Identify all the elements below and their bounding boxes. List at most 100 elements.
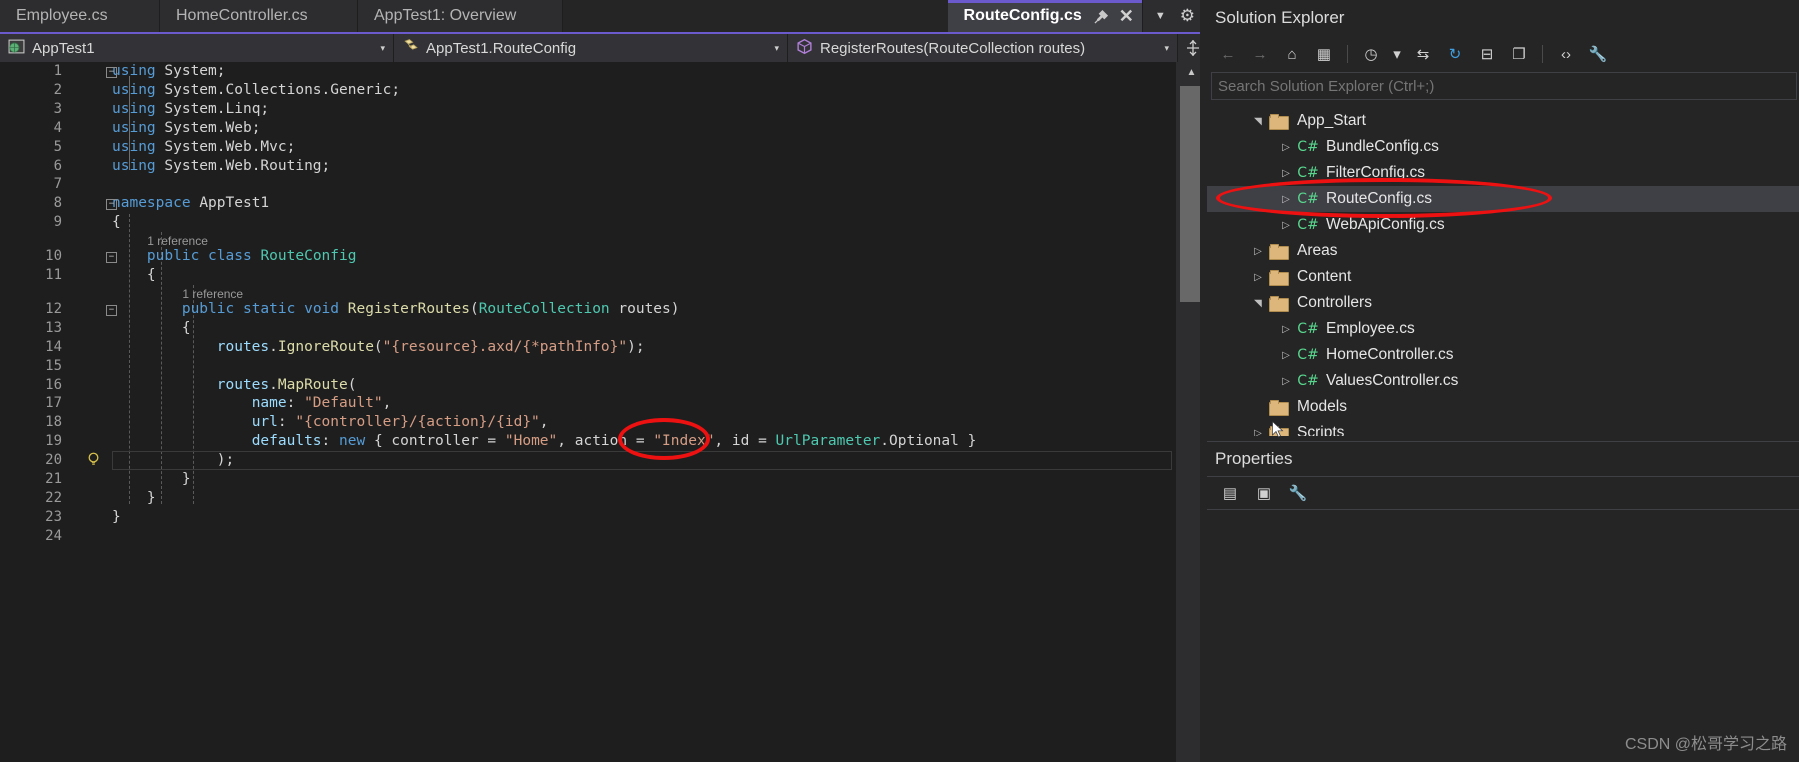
code-line[interactable]: 6 using System.Web.Routing;	[0, 157, 1176, 176]
properties-icon[interactable]: 🔧	[1585, 42, 1611, 66]
code-text[interactable]: routes.IgnoreRoute("{resource}.axd/{*pat…	[112, 338, 645, 357]
properties-wrench-icon[interactable]: 🔧	[1285, 481, 1311, 505]
code-text[interactable]: using System.Linq;	[112, 100, 269, 119]
chevron-down-icon[interactable]: ▾	[1150, 43, 1169, 54]
collapse-arrow-icon[interactable]: ▷	[1275, 194, 1297, 205]
code-line[interactable]: 21 }	[0, 470, 1176, 489]
code-editor[interactable]: 1 − using System; 2 using System.Collections…	[0, 62, 1176, 762]
refresh-icon[interactable]: ↻	[1442, 42, 1468, 66]
collapse-arrow-icon[interactable]: ▷	[1275, 324, 1297, 335]
code-text[interactable]: }	[112, 470, 191, 489]
code-line[interactable]: 9{	[0, 213, 1176, 232]
chevron-down-icon[interactable]: ▼	[1155, 10, 1166, 22]
code-text[interactable]: }	[112, 489, 156, 508]
tree-item-valuescontroller-cs[interactable]: ▷ C# ValuesController.cs	[1207, 368, 1799, 394]
sync-with-active-document-icon[interactable]: ⇆	[1410, 42, 1436, 66]
collapse-arrow-icon[interactable]: ▷	[1275, 220, 1297, 231]
code-text[interactable]: {	[112, 213, 121, 232]
code-text[interactable]: {	[112, 266, 156, 285]
code-lens-row[interactable]: 1 reference	[0, 285, 1176, 301]
code-text[interactable]: using System.Web.Mvc;	[112, 138, 295, 157]
fold-toggle-icon[interactable]: −	[106, 304, 117, 316]
code-text[interactable]: − namespace AppTest1	[106, 195, 269, 211]
code-line[interactable]: 1 − using System;	[0, 62, 1176, 81]
code-line[interactable]: 2 using System.Collections.Generic;	[0, 81, 1176, 100]
code-line[interactable]: 15	[0, 357, 1176, 376]
code-text[interactable]: using System.Collections.Generic;	[112, 81, 400, 100]
view-code-icon[interactable]: ‹›	[1553, 42, 1579, 66]
tree-item-bundleconfig-cs[interactable]: ▷ C# BundleConfig.cs	[1207, 134, 1799, 160]
code-line[interactable]: 12 − public static void RegisterRoutes(Ro…	[0, 300, 1176, 319]
code-line[interactable]: 22 }	[0, 489, 1176, 508]
search-solution-explorer-box[interactable]	[1211, 72, 1797, 100]
tree-item-scripts[interactable]: ▷ Scripts	[1207, 420, 1799, 436]
code-text[interactable]: using System.Web.Routing;	[112, 157, 330, 176]
code-text[interactable]: using System.Web;	[112, 119, 260, 138]
fold-toggle-icon[interactable]: −	[106, 252, 117, 264]
show-all-files-icon[interactable]: ❐	[1506, 42, 1532, 66]
code-line[interactable]: 18 url: "{controller}/{action}/{id}",	[0, 413, 1176, 432]
code-line[interactable]: 4 using System.Web;	[0, 119, 1176, 138]
code-text[interactable]: }	[112, 508, 121, 527]
tab-apptest1-overview[interactable]: AppTest1: Overview	[358, 0, 563, 32]
code-lens-row[interactable]: 1 reference	[0, 232, 1176, 248]
close-icon[interactable]: ✕	[1119, 6, 1134, 27]
fold-toggle-icon[interactable]: −	[106, 199, 117, 211]
tree-item-content[interactable]: ▷ Content	[1207, 264, 1799, 290]
chevron-down-icon[interactable]: ▾	[760, 43, 779, 54]
code-text[interactable]: defaults: new { controller = "Home", act…	[112, 432, 977, 451]
pane-splitter[interactable]	[1200, 0, 1207, 762]
pending-changes-dropdown-icon[interactable]: ▾	[1390, 42, 1404, 66]
pin-icon[interactable]	[1094, 9, 1109, 24]
tab-routeconfig-cs[interactable]: RouteConfig.cs ✕	[947, 0, 1143, 32]
code-line[interactable]: 13 {	[0, 319, 1176, 338]
scrollbar-thumb[interactable]	[1180, 86, 1202, 302]
tree-item-controllers[interactable]: ◢ Controllers	[1207, 290, 1799, 316]
chevron-down-icon[interactable]: ▾	[366, 43, 385, 54]
search-input[interactable]	[1218, 77, 1796, 95]
collapse-arrow-icon[interactable]: ▷	[1247, 428, 1269, 437]
code-line[interactable]: 17 name: "Default",	[0, 394, 1176, 413]
properties-grid[interactable]	[1207, 510, 1799, 760]
tree-item-areas[interactable]: ▷ Areas	[1207, 238, 1799, 264]
code-line[interactable]: 24	[0, 527, 1176, 546]
collapse-all-icon[interactable]: ⊟	[1474, 42, 1500, 66]
code-line[interactable]: 3 using System.Linq;	[0, 100, 1176, 119]
collapse-arrow-icon[interactable]: ▷	[1275, 350, 1297, 361]
code-line[interactable]: 8 − namespace AppTest1	[0, 194, 1176, 213]
code-line[interactable]: 5 using System.Web.Mvc;	[0, 138, 1176, 157]
code-text[interactable]: − using System;	[106, 63, 226, 79]
code-line[interactable]: 10 − public class RouteConfig	[0, 247, 1176, 266]
tree-item-filterconfig-cs[interactable]: ▷ C# FilterConfig.cs	[1207, 160, 1799, 186]
code-text[interactable]: {	[112, 319, 191, 338]
collapse-arrow-icon[interactable]: ▷	[1275, 168, 1297, 179]
code-text[interactable]: − public static void RegisterRoutes(Rout…	[106, 301, 680, 317]
expand-arrow-icon[interactable]: ◢	[1253, 292, 1264, 314]
navbar-project-dropdown[interactable]: AppTest1 ▾	[0, 34, 394, 62]
pending-changes-icon[interactable]: ◷	[1358, 42, 1384, 66]
fold-toggle-icon[interactable]: −	[106, 67, 117, 78]
tree-item-models[interactable]: Models	[1207, 394, 1799, 420]
tree-item-homecontroller-cs[interactable]: ▷ C# HomeController.cs	[1207, 342, 1799, 368]
alphabetical-icon[interactable]: ▣	[1251, 481, 1277, 505]
switch-views-icon[interactable]: ▦	[1311, 42, 1337, 66]
collapse-arrow-icon[interactable]: ▷	[1275, 376, 1297, 387]
tree-item-webapiconfig-cs[interactable]: ▷ C# WebApiConfig.cs	[1207, 212, 1799, 238]
code-text[interactable]: url: "{controller}/{action}/{id}",	[112, 413, 549, 432]
code-line[interactable]: 14 routes.IgnoreRoute("{resource}.axd/{*…	[0, 338, 1176, 357]
code-line[interactable]: 23}	[0, 508, 1176, 527]
tab-employee-cs[interactable]: Employee.cs	[0, 0, 160, 32]
code-line[interactable]: 7	[0, 175, 1176, 194]
lightbulb-icon[interactable]	[86, 451, 102, 467]
code-text[interactable]: routes.MapRoute(	[112, 376, 357, 395]
solution-explorer-tree[interactable]: ◢ App_Start ▷ C# BundleConfig.cs ▷ C# FilterCon…	[1207, 108, 1799, 436]
collapse-arrow-icon[interactable]: ▷	[1275, 142, 1297, 153]
code-text[interactable]: − public class RouteConfig	[106, 248, 356, 264]
categorized-icon[interactable]: ▤	[1217, 481, 1243, 505]
code-line[interactable]: 11 {	[0, 266, 1176, 285]
collapse-arrow-icon[interactable]: ▷	[1247, 246, 1269, 257]
gear-icon[interactable]: ⚙	[1180, 6, 1195, 26]
tree-item-employee-cs[interactable]: ▷ C# Employee.cs	[1207, 316, 1799, 342]
navbar-type-dropdown[interactable]: AppTest1.RouteConfig ▾	[394, 34, 788, 62]
navbar-member-dropdown[interactable]: RegisterRoutes(RouteCollection routes) ▾	[788, 34, 1178, 62]
